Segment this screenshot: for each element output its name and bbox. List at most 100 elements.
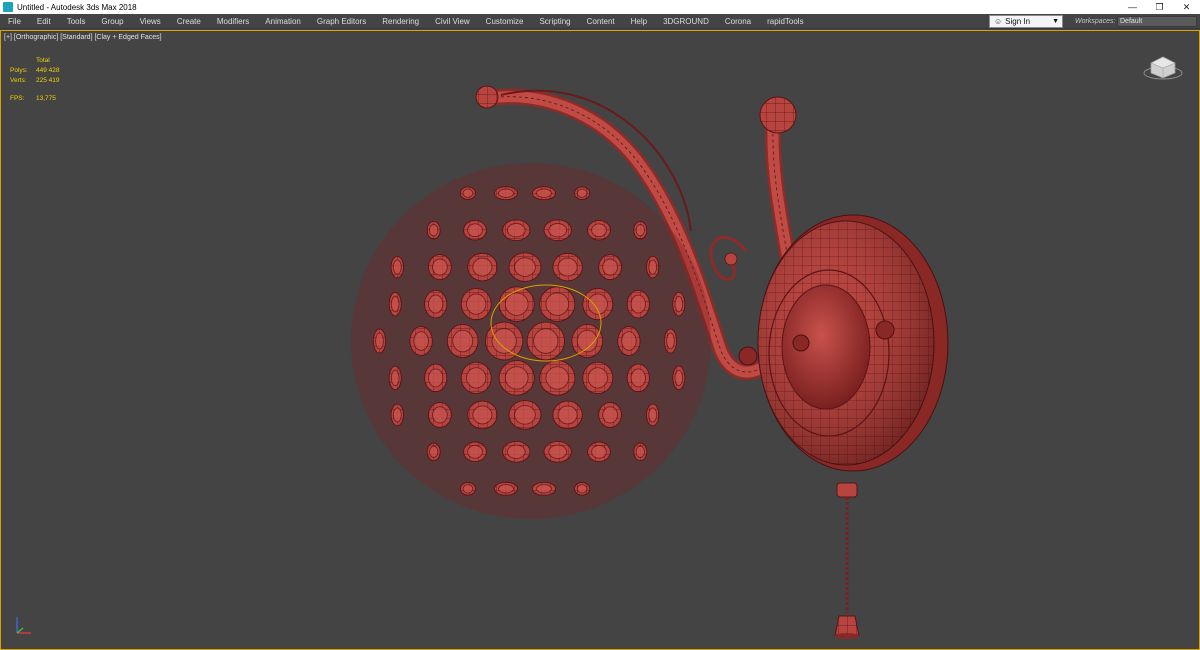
crystal-disc-facet xyxy=(536,188,552,198)
crystal-disc-facet xyxy=(635,224,645,237)
crystal-disc-facet xyxy=(504,292,529,316)
crystal-disc-facet xyxy=(557,405,578,425)
crystal-disc-facet xyxy=(621,331,637,351)
crystal-disc-facet xyxy=(506,444,526,459)
crystal-disc-facet xyxy=(630,294,646,314)
crystal-disc-facet xyxy=(602,406,618,424)
crystal-disc-facet xyxy=(491,328,517,354)
menu-group[interactable]: Group xyxy=(93,14,131,29)
crystal-disc-facet xyxy=(548,223,568,238)
menu-create[interactable]: Create xyxy=(169,14,209,29)
crystal-disc-facet xyxy=(472,405,493,425)
crystal-disc-facet xyxy=(428,368,444,388)
menu-content[interactable]: Content xyxy=(579,14,623,29)
crystal-disc-facet xyxy=(674,296,684,313)
menu-graph-editors[interactable]: Graph Editors xyxy=(309,14,374,29)
crystal-disc-facet xyxy=(630,368,646,388)
menu-rapidtools[interactable]: rapidTools xyxy=(759,14,811,29)
crystal-disc-facet xyxy=(533,328,559,354)
crystal-disc-facet xyxy=(504,366,529,390)
menu-3dground[interactable]: 3DGROUND xyxy=(655,14,717,29)
crystal-disc-facet xyxy=(390,369,400,386)
maximize-button[interactable]: ❐ xyxy=(1146,0,1173,14)
crystal-disc-facet xyxy=(545,292,570,316)
crystal-disc-facet xyxy=(413,331,429,351)
crystal-disc-facet xyxy=(467,223,483,238)
fps-label: FPS: xyxy=(10,94,25,102)
top-knob xyxy=(759,96,797,134)
workspaces-select[interactable]: Default xyxy=(1117,16,1197,27)
sign-in-dropdown[interactable]: ☺ Sign In ▼ xyxy=(989,15,1063,28)
crystal-disc-facet xyxy=(462,484,474,494)
title-bar: Untitled - Autodesk 3ds Max 2018 — ❐ ✕ xyxy=(0,0,1200,14)
crystal-disc-facet xyxy=(514,257,536,277)
menu-help[interactable]: Help xyxy=(623,14,655,29)
crystal-shade xyxy=(351,163,711,519)
crystal-disc-facet xyxy=(429,224,439,237)
window-title: Untitled - Autodesk 3ds Max 2018 xyxy=(17,2,137,12)
crystal-disc-facet xyxy=(545,366,570,390)
crystal-disc-facet xyxy=(472,257,493,277)
statistics-overlay: Total Polys: 449 428 Verts: 225 419 FPS:… xyxy=(10,55,60,103)
fps-value: 13,775 xyxy=(36,94,56,102)
menu-scripting[interactable]: Scripting xyxy=(531,14,578,29)
menu-animation[interactable]: Animation xyxy=(257,14,309,29)
crystal-disc-facet xyxy=(432,258,448,276)
crystal-disc-facet xyxy=(392,259,402,275)
crystal-disc-facet xyxy=(602,258,618,276)
menu-rendering[interactable]: Rendering xyxy=(374,14,427,29)
crystal-disc-facet xyxy=(648,259,658,275)
axis-tripod-icon xyxy=(16,617,31,634)
crystal-disc-facet xyxy=(498,484,514,494)
crystal-disc-facet xyxy=(591,444,607,459)
crystal-disc-facet xyxy=(466,293,487,315)
user-icon: ☺ xyxy=(994,17,1003,26)
menu-corona[interactable]: Corona xyxy=(717,14,759,29)
polys-label: Polys: xyxy=(10,66,28,74)
crystal-disc-facet xyxy=(432,406,448,424)
menu-views[interactable]: Views xyxy=(132,14,169,29)
verts-value: 225 419 xyxy=(36,76,60,84)
polys-value: 449 428 xyxy=(36,66,60,74)
minimize-button[interactable]: — xyxy=(1119,0,1146,14)
crystal-disc-facet xyxy=(591,223,607,238)
arm-end-knob xyxy=(475,85,499,109)
crystal-disc-facet xyxy=(462,188,474,198)
viewport-label[interactable]: [+] [Orthographic] [Standard] [Clay + Ed… xyxy=(4,34,162,41)
chevron-down-icon: ▼ xyxy=(1052,18,1059,25)
crystal-disc-facet xyxy=(452,329,474,353)
verts-label: Verts: xyxy=(10,76,27,84)
perspective-viewport[interactable]: [+] [Orthographic] [Standard] [Clay + Ed… xyxy=(0,30,1200,650)
viewcube-icon[interactable] xyxy=(1143,51,1183,81)
menu-customize[interactable]: Customize xyxy=(478,14,532,29)
crystal-disc-facet xyxy=(428,294,444,314)
crystal-disc-facet xyxy=(429,445,439,458)
crystal-disc-facet xyxy=(635,445,645,458)
stats-total-label: Total xyxy=(36,56,50,64)
crystal-disc-facet xyxy=(375,332,384,350)
crystal-disc-facet xyxy=(587,293,608,315)
menu-edit[interactable]: Edit xyxy=(29,14,59,29)
menu-modifiers[interactable]: Modifiers xyxy=(209,14,257,29)
crystal-disc-facet xyxy=(498,188,514,198)
crystal-disc-facet xyxy=(576,484,588,494)
crystal-disc-facet xyxy=(548,444,568,459)
crystal-disc-facet xyxy=(506,223,526,238)
workspaces-label: Workspaces: xyxy=(1075,18,1116,25)
crystal-disc-facet xyxy=(587,367,608,389)
wall-lamp-model xyxy=(351,85,949,639)
crystal-disc-facet xyxy=(466,367,487,389)
3ds-max-app-icon[interactable] xyxy=(3,2,13,12)
crystal-disc-facet xyxy=(467,444,483,459)
crystal-disc-facet xyxy=(557,257,578,277)
crystal-disc-facet xyxy=(536,484,552,494)
crystal-disc-facet xyxy=(514,405,536,425)
close-button[interactable]: ✕ xyxy=(1173,0,1200,14)
menu-civil-view[interactable]: Civil View xyxy=(427,14,478,29)
crystal-disc-facet xyxy=(392,407,402,423)
crystal-disc-facet xyxy=(666,332,675,350)
menu-file[interactable]: File xyxy=(0,14,29,29)
crystal-disc-facet xyxy=(576,188,588,198)
menu-tools[interactable]: Tools xyxy=(59,14,94,29)
sign-in-label: Sign In xyxy=(1005,17,1031,26)
